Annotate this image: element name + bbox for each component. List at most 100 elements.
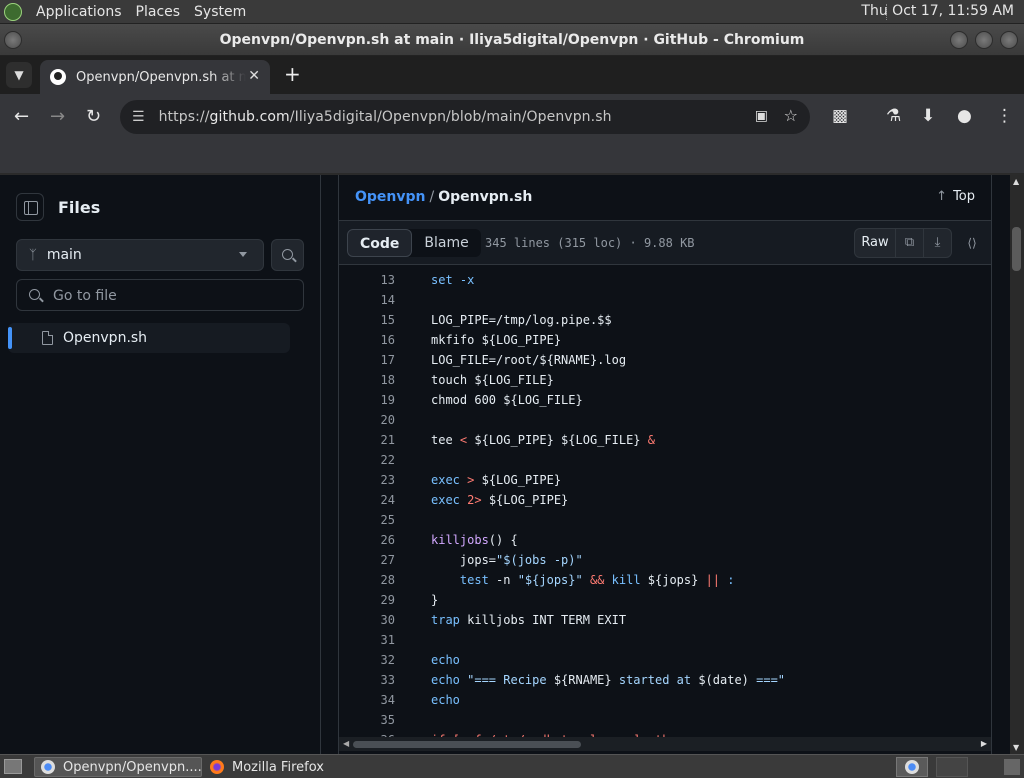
scroll-thumb[interactable] — [353, 741, 581, 748]
address-bar[interactable]: ☰ https://github.com/Iliya5digital/Openv… — [120, 100, 810, 134]
window-titlebar[interactable]: Openvpn/Openvpn.sh at main · Iliya5digit… — [0, 24, 1024, 56]
go-to-file-input[interactable] — [53, 286, 293, 306]
line-number[interactable]: 24 — [359, 490, 395, 510]
tab-code[interactable]: Code — [347, 229, 413, 257]
extensions-icon[interactable]: ▩ — [832, 106, 848, 126]
code-line: 17 LOG_FILE=/root/${RNAME}.log — [339, 350, 991, 370]
scroll-left-arrow-icon[interactable]: ◀ — [343, 739, 349, 748]
line-number[interactable]: 20 — [359, 410, 395, 430]
reload-icon[interactable]: ↻ — [86, 106, 101, 127]
branch-selector[interactable]: ᛉ main — [16, 239, 264, 271]
scroll-thumb[interactable] — [1012, 227, 1021, 271]
line-number[interactable]: 13 — [359, 270, 395, 290]
site-info-icon[interactable]: ☰ — [132, 109, 145, 125]
view-toggle: Code Blame — [347, 229, 481, 257]
line-number[interactable]: 25 — [359, 510, 395, 530]
line-number[interactable]: 28 — [359, 570, 395, 590]
labs-flask-icon[interactable]: ⚗ — [886, 106, 901, 126]
line-number[interactable]: 16 — [359, 330, 395, 350]
horizontal-scrollbar[interactable]: ◀ ▶ — [339, 737, 991, 751]
taskbar-item-chromium[interactable]: Openvpn/Openvpn.... — [34, 757, 202, 777]
workspace-switcher[interactable] — [896, 757, 928, 777]
line-number[interactable]: 21 — [359, 430, 395, 450]
line-number[interactable]: 35 — [359, 710, 395, 730]
scroll-down-arrow-icon[interactable]: ▼ — [1013, 743, 1019, 752]
line-number[interactable]: 17 — [359, 350, 395, 370]
line-number[interactable]: 34 — [359, 690, 395, 710]
code-line: 35 — [339, 710, 991, 730]
go-to-file-field[interactable] — [16, 279, 304, 311]
file-tree-item[interactable]: Openvpn.sh — [8, 323, 290, 353]
raw-button[interactable]: Raw — [855, 229, 895, 257]
code-line: 34 echo — [339, 690, 991, 710]
tab-blame[interactable]: Blame — [412, 229, 480, 257]
line-number[interactable]: 26 — [359, 530, 395, 550]
more-menu-icon[interactable]: ⋮ — [996, 106, 1013, 126]
line-number[interactable]: 30 — [359, 610, 395, 630]
tab-strip: ▼ Openvpn/Openvpn.sh at main ✕ + — [0, 56, 1024, 94]
breadcrumb-repo-link[interactable]: Openvpn — [355, 189, 426, 205]
tab-search-chevron-icon[interactable]: ▼ — [6, 62, 32, 88]
install-app-icon[interactable]: ▣ — [755, 108, 768, 124]
line-content: touch ${LOG_FILE} — [431, 373, 554, 387]
forward-arrow-icon[interactable]: → — [50, 106, 65, 127]
minimize-icon[interactable] — [950, 31, 968, 49]
search-icon — [29, 289, 40, 300]
window-title: Openvpn/Openvpn.sh at main · Iliya5digit… — [219, 32, 805, 48]
menu-applications[interactable]: Applications — [36, 4, 122, 20]
line-number[interactable]: 31 — [359, 630, 395, 650]
line-number[interactable]: 19 — [359, 390, 395, 410]
line-number[interactable]: 27 — [359, 550, 395, 570]
line-number[interactable]: 29 — [359, 590, 395, 610]
show-desktop-icon[interactable] — [4, 759, 22, 774]
code-line: 30 trap killjobs INT TERM EXIT — [339, 610, 991, 630]
workspace-2[interactable] — [936, 757, 968, 777]
code-line: 33 echo "=== Recipe ${RNAME} started at $… — [339, 670, 991, 690]
line-number[interactable]: 33 — [359, 670, 395, 690]
code-line: 22 — [339, 450, 991, 470]
breadcrumb-filename: Openvpn.sh — [438, 189, 533, 205]
taskbar-item-firefox[interactable]: Mozilla Firefox — [204, 757, 364, 777]
profile-icon[interactable]: ● — [957, 106, 972, 126]
trash-icon[interactable] — [1004, 759, 1020, 775]
code-view[interactable]: 13 set -x 14 15 LOG_PIPE=/tmp/log.pipe.$$ … — [339, 266, 991, 740]
line-content: chmod 600 ${LOG_FILE} — [431, 393, 583, 407]
back-arrow-icon[interactable]: ← — [14, 106, 29, 127]
code-line: 31 — [339, 630, 991, 650]
copy-icon[interactable]: ⧉ — [895, 229, 923, 257]
github-favicon-icon — [50, 69, 66, 85]
line-number[interactable]: 32 — [359, 650, 395, 670]
page-vertical-scrollbar[interactable]: ▲ ▼ — [1010, 175, 1024, 754]
download-raw-icon[interactable]: ⤓ — [923, 229, 951, 257]
breadcrumb: Openvpn / Openvpn.sh — [355, 189, 532, 205]
symbols-panel-icon[interactable]: ⟨⟩ — [959, 228, 985, 258]
browser-tab[interactable]: Openvpn/Openvpn.sh at main ✕ — [40, 60, 270, 94]
close-window-icon[interactable] — [1000, 31, 1018, 49]
bookmark-star-icon[interactable]: ☆ — [784, 106, 798, 125]
top-button[interactable]: ↑ Top — [936, 189, 975, 204]
code-line: 16 mkfifo ${LOG_PIPE} — [339, 330, 991, 350]
line-number[interactable]: 14 — [359, 290, 395, 310]
download-icon[interactable]: ⬇ — [921, 106, 935, 126]
code-line: 28 test -n "${jops}" && kill ${jops} || … — [339, 570, 991, 590]
collapse-sidebar-icon[interactable] — [16, 193, 44, 221]
clock[interactable]: Thu Oct 17, 11:59 AM — [861, 3, 1014, 19]
line-number[interactable]: 18 — [359, 370, 395, 390]
menu-places[interactable]: Places — [136, 4, 181, 20]
scroll-up-arrow-icon[interactable]: ▲ — [1013, 177, 1019, 186]
new-tab-button[interactable]: + — [284, 62, 301, 86]
close-tab-icon[interactable]: ✕ — [248, 68, 260, 84]
scroll-right-arrow-icon[interactable]: ▶ — [981, 739, 987, 748]
apps-logo-icon[interactable] — [4, 2, 22, 21]
search-files-button[interactable] — [271, 239, 304, 271]
maximize-icon[interactable] — [975, 31, 993, 49]
code-line: 25 — [339, 510, 991, 530]
url-text[interactable]: https://github.com/Iliya5digital/Openvpn… — [159, 109, 612, 125]
line-number[interactable]: 22 — [359, 450, 395, 470]
top-label: Top — [953, 189, 975, 204]
line-number[interactable]: 15 — [359, 310, 395, 330]
line-number[interactable]: 23 — [359, 470, 395, 490]
menu-system[interactable]: System — [194, 4, 246, 20]
window-menu-icon[interactable] — [4, 31, 22, 49]
breadcrumb-separator: / — [429, 189, 435, 205]
